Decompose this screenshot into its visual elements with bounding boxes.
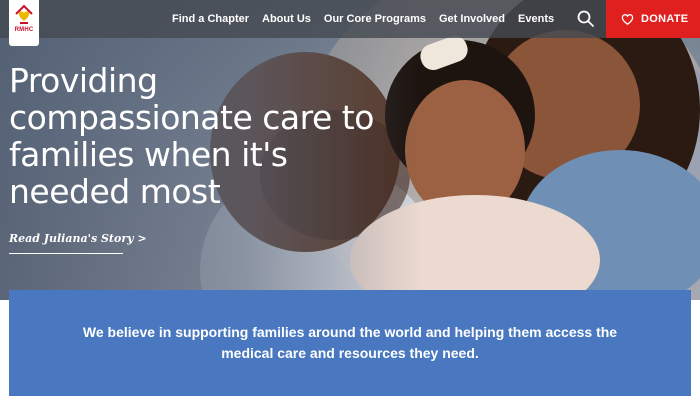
donate-button[interactable]: DONATE — [606, 0, 700, 38]
mission-statement: We believe in supporting families around… — [82, 324, 618, 361]
house-heart-logo-icon — [15, 4, 33, 24]
search-icon[interactable] — [576, 9, 596, 29]
nav-events[interactable]: Events — [518, 13, 554, 25]
heart-icon — [621, 13, 634, 25]
story-link-underline — [9, 253, 123, 254]
nav-core-programs[interactable]: Our Core Programs — [324, 13, 426, 25]
logo-text: RMHC — [14, 27, 34, 33]
nav-get-involved[interactable]: Get Involved — [439, 13, 505, 25]
donate-label: DONATE — [641, 13, 689, 25]
hero-section: Providing compassionate care to families… — [0, 0, 700, 300]
nav-find-a-chapter[interactable]: Find a Chapter — [172, 13, 249, 25]
mission-banner: We believe in supporting families around… — [9, 290, 691, 396]
hero-headline: Providing compassionate care to families… — [9, 61, 374, 211]
read-story-link[interactable]: Read Juliana's Story > — [9, 232, 147, 245]
nav-about-us[interactable]: About Us — [262, 13, 311, 25]
rmhc-logo[interactable]: RMHC — [9, 0, 39, 46]
main-nav: Find a Chapter About Us Our Core Program… — [172, 0, 567, 38]
site-header: RMHC Find a Chapter About Us Our Core Pr… — [0, 0, 700, 46]
